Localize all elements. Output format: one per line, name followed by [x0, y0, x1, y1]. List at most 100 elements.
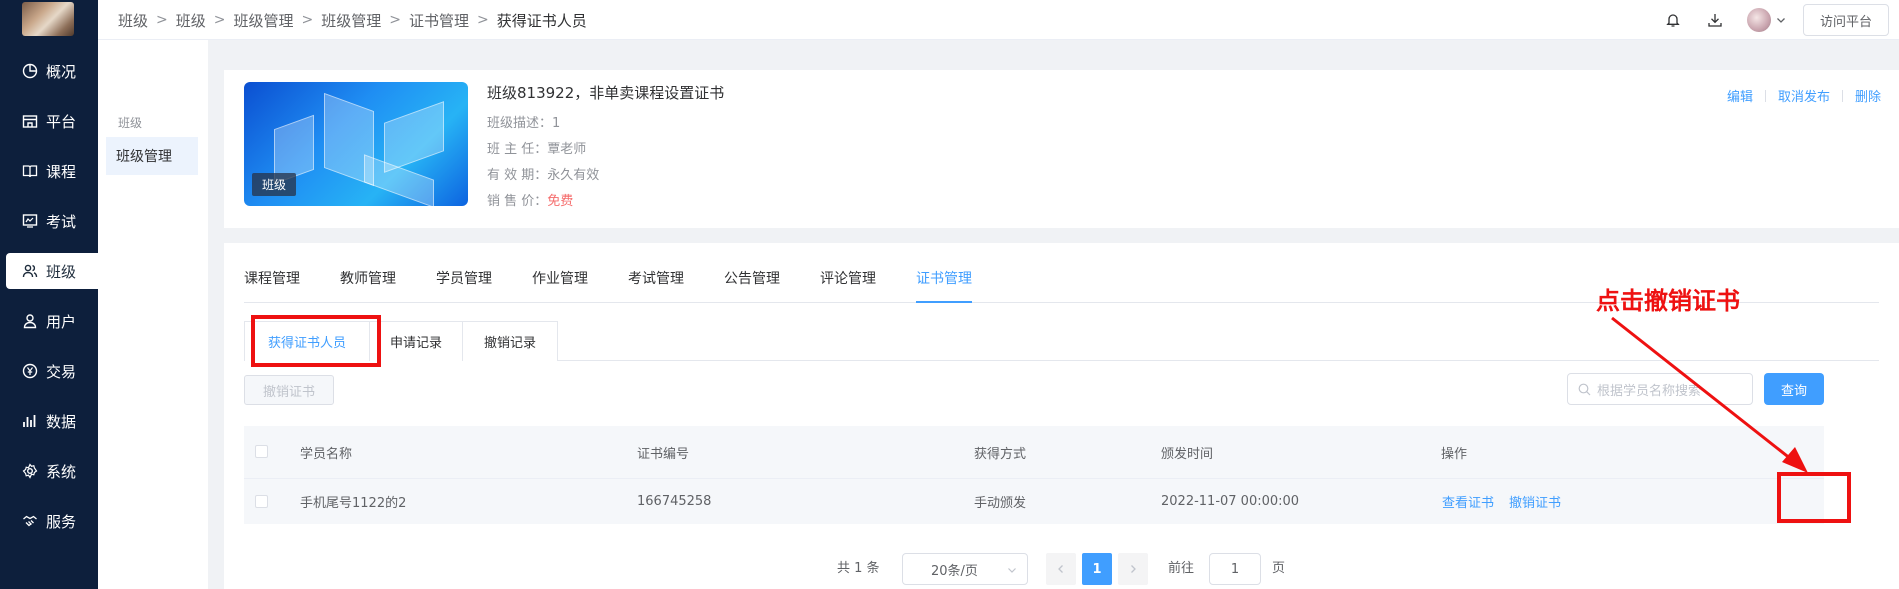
- sidebar-item-label: 系统: [46, 462, 77, 481]
- cover-tag: 班级: [252, 173, 297, 196]
- tab-student-management[interactable]: 学员管理: [436, 268, 492, 302]
- bell-icon[interactable]: [1663, 10, 1683, 30]
- delete-link[interactable]: 删除: [1855, 86, 1881, 105]
- pie-chart-icon: [22, 63, 38, 79]
- class-teacher-row: 班 主 任：覃老师: [487, 137, 724, 163]
- cover-illustration-shape: [384, 101, 444, 173]
- visit-platform-button[interactable]: 访问平台: [1802, 4, 1889, 36]
- chevron-right-icon: >: [389, 12, 401, 28]
- select-all-checkbox[interactable]: [255, 445, 268, 458]
- bar-chart-icon: [23, 415, 36, 427]
- tab-comment-management[interactable]: 评论管理: [820, 268, 876, 302]
- sidebar-item-label: 考试: [46, 212, 77, 231]
- page-number-current[interactable]: 1: [1082, 553, 1112, 585]
- sidebar-item-system[interactable]: 系统: [6, 453, 98, 489]
- annotation-text: 点击撤销证书: [1596, 286, 1740, 315]
- gear-icon: [22, 463, 38, 479]
- breadcrumb-item[interactable]: 班级: [176, 10, 206, 31]
- tab-certificate-management[interactable]: 证书管理: [916, 268, 972, 303]
- page-size-select[interactable]: 20条/页: [902, 553, 1028, 585]
- page-unit-label: 页: [1272, 561, 1286, 576]
- class-description-row: 班级描述：1: [487, 111, 724, 137]
- class-info-card: 班级 班级813922，非单卖课程设置证书 班级描述：1 班 主 任：覃老师 有…: [224, 70, 1899, 228]
- breadcrumb-item[interactable]: 班级: [118, 10, 148, 31]
- breadcrumb-item[interactable]: 证书管理: [409, 10, 469, 31]
- breadcrumb: 班级 > 班级 > 班级管理 > 班级管理 > 证书管理 > 获得证书人员: [118, 0, 587, 40]
- people-icon: [22, 264, 38, 278]
- table-row: 手机尾号1122的2 166745258 手动颁发 2022-11-07 00:…: [244, 478, 1824, 524]
- column-header: 操作: [1441, 446, 1468, 462]
- row-checkbox[interactable]: [255, 495, 268, 508]
- chevron-down-icon: [1008, 568, 1016, 573]
- user-icon: [23, 314, 37, 329]
- handshake-icon: [23, 515, 37, 527]
- chevron-left-icon: [1058, 565, 1063, 573]
- class-name: 班级813922，非单卖课程设置证书: [487, 84, 725, 102]
- tab-notice-management[interactable]: 公告管理: [724, 268, 780, 302]
- chevron-right-icon: >: [477, 12, 489, 28]
- sidebar-item-label: 课程: [46, 162, 77, 181]
- field-value: 永久有效: [547, 168, 600, 183]
- sidebar-item-trade[interactable]: 交易: [6, 353, 98, 389]
- column-header: 获得方式: [974, 446, 1027, 462]
- secondary-sidebar: 班级 班级管理: [98, 40, 208, 589]
- sidebar-item-data[interactable]: 数据: [6, 403, 98, 439]
- field-label: 班 主 任：: [487, 142, 548, 157]
- view-certificate-link[interactable]: 查看证书: [1442, 492, 1494, 511]
- sidebar-item-label: 班级: [46, 262, 77, 281]
- chevron-down-icon[interactable]: [1775, 14, 1787, 26]
- action-divider: [1764, 89, 1766, 102]
- user-avatar[interactable]: [1746, 8, 1771, 32]
- store-icon: [22, 115, 38, 128]
- class-validity-row: 有 效 期：永久有效: [487, 163, 724, 189]
- subtab-apply-records[interactable]: 申请记录: [369, 321, 463, 361]
- sidebar-item-label: 数据: [46, 412, 77, 431]
- query-button[interactable]: 查询: [1764, 373, 1824, 405]
- tab-course-management[interactable]: 课程管理: [244, 268, 300, 302]
- price-value: 免费: [547, 194, 574, 209]
- edit-link[interactable]: 编辑: [1727, 86, 1753, 105]
- sidebar-item-service[interactable]: 服务: [6, 503, 98, 539]
- sidebar-item-exam[interactable]: 考试: [6, 203, 98, 239]
- highlight-box-revoke-link: [1777, 472, 1851, 523]
- goto-page-input[interactable]: 1: [1209, 553, 1261, 585]
- breadcrumb-current: 获得证书人员: [496, 11, 587, 30]
- bulk-revoke-button[interactable]: 撤销证书: [244, 375, 334, 405]
- sidebar-item-user[interactable]: 用户: [6, 303, 98, 339]
- breadcrumb-item[interactable]: 班级管理: [234, 10, 294, 31]
- tab-teacher-management[interactable]: 教师管理: [340, 268, 396, 302]
- card-actions: 编辑 取消发布 删除: [1727, 86, 1881, 105]
- book-icon: [22, 165, 38, 178]
- sidebar-item-overview[interactable]: 概况: [6, 53, 98, 89]
- tab-homework-management[interactable]: 作业管理: [532, 268, 588, 302]
- download-icon[interactable]: [1705, 10, 1725, 30]
- unpublish-link[interactable]: 取消发布: [1778, 86, 1830, 105]
- field-label: 销 售 价：: [487, 194, 548, 209]
- sidebar-item-class[interactable]: 班级: [6, 253, 98, 289]
- cert-holders-table: 学员名称 证书编号 获得方式 颁发时间 操作 手机尾号1122的2 166745…: [244, 426, 1824, 524]
- tab-exam-management[interactable]: 考试管理: [628, 268, 684, 302]
- column-header: 学员名称: [300, 446, 353, 462]
- student-search-input[interactable]: 根据学员名称搜索: [1567, 373, 1753, 405]
- next-page-button[interactable]: [1118, 553, 1148, 585]
- column-header: 证书编号: [637, 446, 690, 462]
- goto-label: 前往: [1168, 561, 1195, 576]
- field-value: 覃老师: [547, 142, 587, 157]
- subnav-item-class-management[interactable]: 班级管理: [106, 137, 198, 175]
- prev-page-button[interactable]: [1046, 553, 1076, 585]
- sidebar-item-course[interactable]: 课程: [6, 153, 98, 189]
- highlight-box-subtab: [251, 315, 381, 367]
- header-tools: 访问平台: [1663, 0, 1889, 40]
- field-label: 班级描述：: [487, 116, 553, 131]
- top-header: 班级 > 班级 > 班级管理 > 班级管理 > 证书管理 > 获得证书人员 访问…: [98, 0, 1899, 40]
- sidebar-item-platform[interactable]: 平台: [6, 103, 98, 139]
- table-header: 学员名称 证书编号 获得方式 颁发时间 操作: [244, 426, 1824, 478]
- column-header: 颁发时间: [1161, 446, 1214, 462]
- main-sidebar: 概况 平台 课程 考试 班级 用户 交易 数据 系统 服务: [0, 0, 98, 589]
- brand-logo[interactable]: [22, 2, 74, 36]
- chevron-right-icon: [1131, 565, 1136, 573]
- revoke-certificate-link[interactable]: 撤销证书: [1509, 492, 1561, 511]
- breadcrumb-item[interactable]: 班级管理: [321, 10, 381, 31]
- sidebar-item-label: 交易: [46, 362, 77, 381]
- subtab-revoke-records[interactable]: 撤销记录: [462, 321, 558, 361]
